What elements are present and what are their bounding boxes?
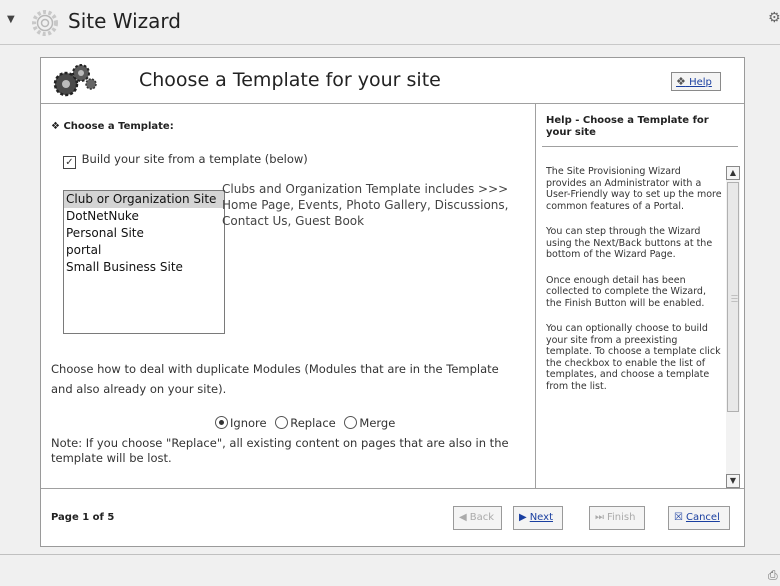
print-icon[interactable]: ⎙ — [768, 568, 778, 583]
template-listbox[interactable]: Club or Organization Site DotNetNuke Per… — [63, 190, 225, 334]
replace-radio-label: Replace — [290, 416, 336, 430]
section-label: ❖ Choose a Template: — [51, 121, 174, 132]
scroll-thumb[interactable]: — — — — [727, 182, 739, 412]
template-option[interactable]: Personal Site — [64, 225, 224, 242]
help-panel: Help - Choose a Template for your site T… — [536, 104, 744, 488]
ignore-radio[interactable] — [215, 416, 228, 429]
help-panel-divider — [542, 146, 738, 147]
help-panel-title: Help - Choose a Template for your site — [546, 115, 709, 138]
scroll-up-icon[interactable]: ▲ — [726, 166, 740, 180]
gear-icon — [32, 10, 58, 36]
finish-button-label: Finish — [607, 512, 636, 523]
build-from-template-row: ✓ Build your site from a template (below… — [63, 152, 308, 169]
template-description: Clubs and Organization Template includes… — [222, 182, 509, 228]
cancel-x-icon: ☒ — [674, 512, 683, 523]
duplicate-modules-instructions: Choose how to deal with duplicate Module… — [51, 362, 499, 396]
finish-arrow-icon: ⏭ — [595, 512, 604, 523]
window-title: Site Wizard — [68, 9, 181, 33]
replace-warning-note: Note: If you choose "Replace", all exist… — [51, 436, 509, 465]
help-paragraph: Once enough detail has been collected to… — [546, 274, 706, 309]
back-arrow-icon: ◀ — [459, 512, 467, 523]
help-hint-icon: ❖ — [51, 121, 60, 132]
help-button-label: Help — [689, 77, 712, 88]
help-paragraph: You can step through the Wizard using th… — [546, 226, 713, 260]
next-arrow-icon: ▶ — [519, 512, 527, 523]
wizard-header: Choose a Template for your site ❖ Help — [41, 58, 744, 104]
page-indicator: Page 1 of 5 — [51, 512, 115, 523]
finish-button[interactable]: ⏭ Finish — [589, 506, 645, 530]
gears-logo-icon — [53, 64, 97, 97]
ignore-radio-label: Ignore — [230, 416, 267, 430]
window-titlebar: ▼ Site Wizard ⚙ — [0, 0, 780, 44]
help-question-icon: ❖ — [676, 75, 686, 88]
template-option[interactable]: Small Business Site — [64, 259, 224, 276]
cancel-button[interactable]: ☒ Cancel — [668, 506, 730, 530]
help-panel-body: The Site Provisioning Wizard provides an… — [546, 166, 724, 484]
settings-gear-icon[interactable]: ⚙ — [768, 10, 780, 26]
merge-radio[interactable] — [344, 416, 358, 429]
next-button-label: Next — [529, 512, 553, 523]
build-from-template-checkbox[interactable]: ✓ — [63, 156, 76, 169]
replace-radio[interactable] — [275, 416, 289, 429]
section-label-text: Choose a Template: — [63, 121, 174, 132]
titlebar-divider — [0, 44, 780, 45]
merge-radio-label: Merge — [359, 416, 396, 430]
wizard-panel: Choose a Template for your site ❖ Help ❖… — [40, 57, 745, 547]
next-button[interactable]: ▶ Next — [513, 506, 563, 530]
help-paragraph: The Site Provisioning Wizard provides an… — [546, 166, 722, 212]
cancel-button-label: Cancel — [685, 512, 720, 523]
template-option[interactable]: Club or Organization Site — [64, 191, 224, 208]
help-scrollbar[interactable]: ▲ — — — ▼ — [726, 166, 740, 488]
help-paragraph: You can optionally choose to build your … — [546, 323, 721, 392]
back-button-label: Back — [469, 512, 494, 523]
template-option[interactable]: portal — [64, 242, 224, 259]
wizard-page-title: Choose a Template for your site — [139, 69, 441, 91]
main-content: ❖ Choose a Template: ✓ Build your site f… — [41, 104, 535, 488]
grip-icon: — — — — [731, 291, 738, 305]
back-button[interactable]: ◀ Back — [453, 506, 502, 530]
help-button[interactable]: ❖ Help — [671, 72, 721, 91]
wizard-footer: Page 1 of 5 ◀ Back ▶ Next ⏭ Finish ☒ Cancel — [41, 488, 744, 547]
duplicate-option-group: Ignore Replace Merge — [215, 416, 400, 430]
template-option[interactable]: DotNetNuke — [64, 208, 224, 225]
footer-divider — [0, 554, 780, 555]
build-from-template-label: Build your site from a template (below) — [81, 152, 308, 166]
collapse-arrow-icon[interactable]: ▼ — [7, 14, 15, 25]
scroll-down-icon[interactable]: ▼ — [726, 474, 740, 488]
